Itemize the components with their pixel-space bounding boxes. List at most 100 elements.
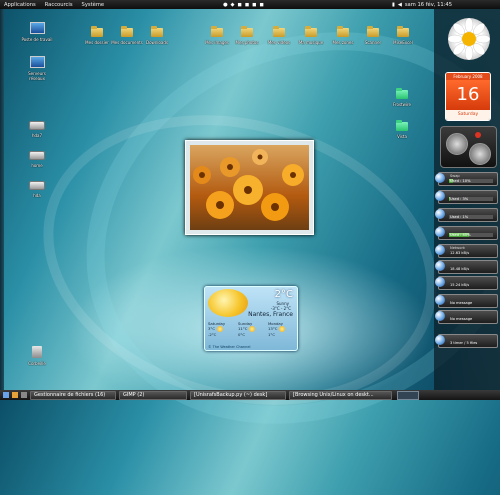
folder-icon	[367, 26, 379, 37]
flower-clock-icon	[448, 18, 490, 60]
task-gimp[interactable]: GIMP (2)	[119, 391, 187, 400]
speaker-icon[interactable]: ◀	[398, 2, 402, 8]
desktop-icon-network[interactable]: Serveurs réseaux	[20, 56, 54, 81]
folder-icon	[337, 26, 349, 37]
weather-city: Nantes, France	[248, 311, 293, 318]
desktop-folder[interactable]: MiseExcel	[386, 26, 420, 45]
desktop-folder[interactable]: Mes zones	[326, 26, 360, 45]
desktop-icon-trash[interactable]: Corbeille	[20, 346, 54, 366]
mail-status[interactable]: No message	[438, 294, 498, 308]
task-editor[interactable]: [UnisrafsBackup.py (~) desk]	[190, 391, 286, 400]
folder-icon	[121, 26, 133, 37]
desktop-icon-drive[interactable]: home	[20, 148, 54, 168]
calendar-month: February 2008	[446, 73, 490, 80]
drive-icon	[29, 151, 45, 160]
desktop-folder[interactable]: Mes videos	[262, 26, 296, 45]
workspace-switcher[interactable]	[397, 391, 419, 400]
system-tray: ● ◆ ◼ ◼ ◼ ◼	[223, 0, 267, 9]
top-panel: Applications Raccourcis Système ● ◆ ◼ ◼ …	[0, 0, 500, 9]
disk-meter[interactable]: Used : 45%	[438, 226, 498, 240]
forecast-day: Monday 13°C 1°C	[268, 321, 294, 341]
desktop-icon-computer[interactable]: Poste de travail	[20, 22, 54, 42]
desktop-folder[interactable]: Scanner	[356, 26, 390, 45]
task-browser[interactable]: [Browsing Unix/Linux on deskt...	[289, 391, 392, 400]
desktop-folder[interactable]: Mes documents	[110, 26, 144, 45]
folder-icon	[273, 26, 285, 37]
desktop-folder[interactable]: Mes dossier	[80, 26, 114, 45]
sun-icon	[208, 289, 248, 317]
folder-icon	[91, 26, 103, 37]
volume-icon[interactable]: ◆	[231, 2, 235, 8]
sun-icon	[279, 326, 285, 332]
computer-icon	[30, 22, 45, 34]
desktop-icon-drive[interactable]: hda7	[20, 118, 54, 138]
current-temperature: 2°C	[275, 289, 293, 300]
network-icon[interactable]: ●	[223, 2, 228, 8]
gauge-icon	[446, 133, 468, 155]
app-icon[interactable]: ◼	[252, 2, 256, 8]
desktop-icon-drive[interactable]: hda	[20, 178, 54, 198]
drive-icon	[29, 181, 45, 190]
folder-icon	[211, 26, 223, 37]
folder-icon	[305, 26, 317, 37]
weather-credit: © The Weather Channel	[208, 345, 250, 349]
calendar-day: 16	[446, 80, 490, 110]
calendar-gadget[interactable]: February 2008 16 Saturday	[445, 72, 491, 121]
mail-icon	[435, 295, 445, 305]
folder-icon	[397, 26, 409, 37]
network-icon	[435, 245, 445, 255]
file-icon	[396, 88, 408, 99]
trash-icon	[32, 346, 42, 358]
clock-gadget[interactable]	[448, 18, 490, 60]
photo-frame-widget[interactable]	[185, 140, 314, 235]
show-desktop-icon[interactable]	[3, 392, 9, 398]
file-icon	[396, 120, 408, 131]
left-side-panel	[0, 9, 4, 390]
network-status[interactable]: 18.48 kB/s	[438, 260, 498, 274]
desktop-file[interactable]: Frostwire	[385, 88, 419, 107]
drive-icon	[435, 227, 445, 237]
network-icon	[435, 277, 445, 287]
cpu-meter-gadget[interactable]	[440, 126, 497, 168]
app-icon[interactable]: ◼	[259, 2, 263, 8]
network-status[interactable]: 15.24 kB/s	[438, 276, 498, 290]
taskbar: Gestionnaire de fichiers (16) GIMP (2) […	[0, 390, 500, 400]
menu-raccourcis[interactable]: Raccourcis	[45, 2, 73, 8]
app-icon[interactable]: ◼	[238, 2, 242, 8]
battery-icon[interactable]: ▮	[392, 2, 395, 8]
weather-widget[interactable]: 2°C Sunny -3°C - 2°C Nantes, France Satu…	[204, 286, 298, 351]
forecast: Saturday 3°C -2°C Sunday 11°C 0°C Monday…	[208, 321, 294, 341]
status-tray: ▮ ◀ sam 16 fév, 11:45	[392, 0, 455, 9]
app-icon[interactable]: ◼	[245, 2, 249, 8]
drive-icon	[435, 173, 445, 183]
drive-icon	[435, 209, 445, 219]
gauge-icon	[469, 143, 491, 165]
desktop-folder[interactable]: Mes photos	[230, 26, 264, 45]
network-servers-icon	[30, 56, 45, 68]
memory-meter[interactable]: Swap Used : 10%	[438, 172, 498, 186]
sun-icon	[217, 326, 223, 332]
network-icon	[435, 261, 445, 271]
calendar-weekday: Saturday	[446, 110, 490, 120]
menu-applications[interactable]: Applications	[4, 2, 36, 8]
mail-icon	[435, 311, 445, 321]
desktop-file[interactable]: Vista	[385, 120, 419, 139]
disk-meter[interactable]: Used : 3%	[438, 190, 498, 204]
drive-icon	[29, 121, 45, 130]
app-icon[interactable]	[21, 392, 27, 398]
timer-icon	[435, 335, 445, 345]
background-swirl	[22, 0, 500, 495]
desktop-folder[interactable]: Mes images	[200, 26, 234, 45]
menu-systeme[interactable]: Système	[82, 2, 105, 8]
sun-icon	[249, 326, 255, 332]
disk-meter[interactable]: Used : 1%	[438, 208, 498, 222]
timer-status[interactable]: 3 timer / 5 files	[438, 334, 498, 348]
network-status[interactable]: Network 12.63 kB/s	[438, 244, 498, 258]
folder-icon	[241, 26, 253, 37]
clock[interactable]: sam 16 fév, 11:45	[405, 2, 452, 8]
app-icon[interactable]	[12, 392, 18, 398]
mail-status[interactable]: No message	[438, 310, 498, 324]
task-file-manager[interactable]: Gestionnaire de fichiers (16)	[30, 391, 116, 400]
desktop-folder[interactable]: Downloads	[140, 26, 174, 45]
desktop-folder[interactable]: Ma musique	[294, 26, 328, 45]
